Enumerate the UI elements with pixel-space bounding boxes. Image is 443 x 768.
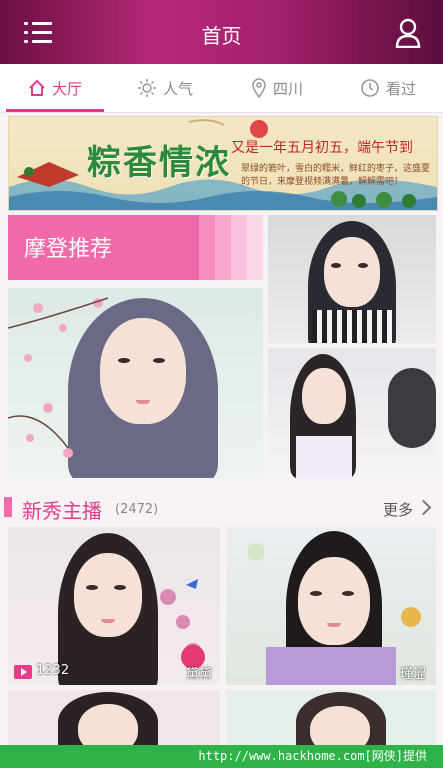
new-anchors-header: 新秀主播 (2472) 更多: [0, 490, 443, 524]
face: [324, 237, 380, 307]
page-title: 首页: [201, 24, 242, 48]
category-tabs: 大厅 人气 四川 看过: [0, 64, 443, 113]
clock-icon: [361, 79, 379, 97]
home-icon: [29, 79, 45, 96]
location-pin-icon: [252, 78, 266, 98]
anchor-name: 瑾涩: [399, 667, 426, 682]
section-title: 摩登推荐: [24, 237, 113, 262]
app-header: 首页: [0, 0, 443, 64]
recommend-header: 摩登推荐: [8, 215, 263, 280]
section-title: 新秀主播: [22, 499, 102, 523]
promo-banner[interactable]: 粽香情浓 又是一年五月初五，端午节到 翠绿的箬叶，雪白的糯米，鲜红的枣子，这盛夏…: [8, 116, 438, 211]
plant-decoration: [247, 543, 421, 627]
tab-label: 人气: [162, 79, 193, 98]
watermark-footer: http://www.hackhome.com[网侠]提供: [0, 745, 443, 768]
anchor-card[interactable]: [226, 690, 436, 745]
eye: [331, 263, 341, 268]
tab-label: 四川: [272, 79, 303, 98]
tab-hall[interactable]: 大厅: [0, 64, 110, 112]
anchor-card[interactable]: 瑾涩: [226, 527, 436, 685]
banner-headline: 粽香情浓: [87, 143, 231, 183]
stripe-decoration: [199, 215, 263, 280]
face: [302, 368, 346, 424]
user-icon[interactable]: [395, 18, 421, 48]
banner-line2: 翠绿的箬叶，雪白的糯米，鲜红的枣子，这盛夏的节日，来摩登视频满满暑，解解需吧！: [241, 164, 431, 187]
play-icon: [14, 665, 32, 679]
section-bar: [4, 497, 12, 517]
face: [310, 706, 370, 745]
chevron-right-icon[interactable]: [415, 499, 432, 516]
face: [78, 704, 138, 745]
anchor-card[interactable]: 1232 黛黛: [8, 527, 220, 685]
top: [296, 436, 352, 478]
view-count: 1232: [36, 663, 70, 678]
flower-decoration: [160, 579, 205, 669]
eye: [358, 263, 368, 268]
banner-line1: 又是一年五月初五，端午节到: [231, 140, 413, 156]
recommend-photo-2[interactable]: [268, 215, 436, 343]
more-link[interactable]: 更多: [383, 499, 413, 520]
recommend-photo-3[interactable]: [268, 348, 436, 478]
striped-top: [312, 310, 392, 343]
recommend-large-photo[interactable]: [8, 288, 263, 478]
tab-sichuan[interactable]: 四川: [222, 64, 332, 112]
anchor-count: (2472): [115, 502, 159, 517]
tab-indicator: [6, 109, 104, 112]
tab-label: 大厅: [51, 79, 82, 98]
anchor-name: 黛黛: [185, 667, 212, 682]
tab-popular[interactable]: 人气: [110, 64, 220, 112]
blossom-decoration: [8, 297, 109, 458]
microphone: [388, 368, 436, 448]
sun-icon: [137, 79, 156, 97]
tab-label: 看过: [385, 79, 416, 98]
tab-viewed[interactable]: 看过: [333, 64, 443, 112]
anchor-card[interactable]: [8, 690, 220, 745]
